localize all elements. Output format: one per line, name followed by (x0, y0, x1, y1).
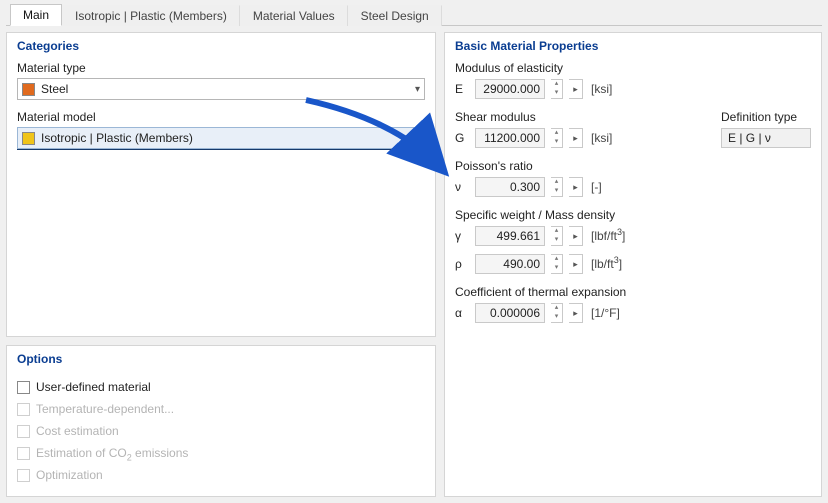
unit-G: [ksi] (591, 131, 612, 145)
sym-nu: ν (455, 180, 469, 194)
spinner-E[interactable]: ▴▾ (551, 79, 563, 99)
combo-underline (17, 149, 425, 150)
opt-optim-label: Optimization (36, 468, 103, 482)
opt-temp-label: Temperature-dependent... (36, 402, 174, 416)
tab-main[interactable]: Main (10, 4, 62, 26)
goto-alpha-button[interactable]: ▸ (569, 303, 583, 323)
opt-temperature-dependent: Temperature-dependent... (17, 398, 425, 420)
material-model-combo[interactable]: Isotropic | Plastic (Members) ▾ (17, 127, 425, 149)
unit-rho: [lb/ft3] (591, 257, 622, 271)
sym-alpha: α (455, 306, 469, 320)
opt-co2-label: Estimation of CO2 emissions (36, 446, 188, 460)
checkbox-icon (17, 425, 30, 438)
specific-weight-label: Specific weight / Mass density (455, 208, 811, 222)
material-type-value: Steel (41, 82, 415, 96)
material-type-combo[interactable]: Steel ▾ (17, 78, 425, 100)
material-type-label: Material type (17, 61, 425, 75)
value-E[interactable]: 29000.000 (475, 79, 545, 99)
definition-type-label: Definition type (721, 110, 811, 124)
chevron-down-icon: ▾ (415, 84, 420, 95)
value-rho[interactable]: 490.00 (475, 254, 545, 274)
sym-gamma: γ (455, 229, 469, 243)
chevron-down-icon: ▾ (415, 133, 420, 144)
options-title: Options (17, 352, 425, 366)
checkbox-icon[interactable] (17, 381, 30, 394)
categories-panel: Categories Material type Steel ▾ Materia… (6, 32, 436, 337)
unit-gamma: [lbf/ft3] (591, 229, 625, 243)
steel-swatch-icon (22, 83, 35, 96)
cte-label: Coefficient of thermal expansion (455, 285, 811, 299)
sym-E: E (455, 82, 469, 96)
opt-co2-emissions: Estimation of CO2 emissions (17, 442, 425, 464)
sym-G: G (455, 131, 469, 145)
goto-G-button[interactable]: ▸ (569, 128, 583, 148)
checkbox-icon (17, 469, 30, 482)
value-nu[interactable]: 0.300 (475, 177, 545, 197)
sym-rho: ρ (455, 257, 469, 271)
opt-cost-estimation: Cost estimation (17, 420, 425, 442)
definition-type-value[interactable]: E | G | ν (721, 128, 811, 148)
tab-strip: Main Isotropic | Plastic (Members) Mater… (6, 2, 822, 26)
goto-gamma-button[interactable]: ▸ (569, 226, 583, 246)
spinner-gamma[interactable]: ▴▾ (551, 226, 563, 246)
basic-material-properties-panel: Basic Material Properties Modulus of ela… (444, 32, 822, 497)
modulus-label: Modulus of elasticity (455, 61, 811, 75)
isotropic-swatch-icon (22, 132, 35, 145)
opt-user-defined[interactable]: User-defined material (17, 376, 425, 398)
value-alpha[interactable]: 0.000006 (475, 303, 545, 323)
material-model-label: Material model (17, 110, 425, 124)
properties-title: Basic Material Properties (455, 39, 811, 53)
checkbox-icon (17, 403, 30, 416)
goto-nu-button[interactable]: ▸ (569, 177, 583, 197)
tab-material-values[interactable]: Material Values (240, 5, 348, 26)
unit-alpha: [1/°F] (591, 306, 620, 320)
value-G[interactable]: 11200.000 (475, 128, 545, 148)
opt-optimization: Optimization (17, 464, 425, 486)
tab-steel-design[interactable]: Steel Design (348, 5, 442, 26)
value-gamma[interactable]: 499.661 (475, 226, 545, 246)
goto-rho-button[interactable]: ▸ (569, 254, 583, 274)
spinner-nu[interactable]: ▴▾ (551, 177, 563, 197)
spinner-G[interactable]: ▴▾ (551, 128, 563, 148)
categories-title: Categories (17, 39, 425, 53)
checkbox-icon (17, 447, 30, 460)
opt-user-label: User-defined material (36, 380, 151, 394)
opt-cost-label: Cost estimation (36, 424, 119, 438)
spinner-alpha[interactable]: ▴▾ (551, 303, 563, 323)
unit-E: [ksi] (591, 82, 612, 96)
options-panel: Options User-defined material Temperatur… (6, 345, 436, 497)
unit-nu: [-] (591, 180, 602, 194)
spinner-rho[interactable]: ▴▾ (551, 254, 563, 274)
tab-isotropic-plastic[interactable]: Isotropic | Plastic (Members) (62, 5, 240, 26)
shear-label: Shear modulus (455, 110, 612, 124)
poisson-label: Poisson's ratio (455, 159, 811, 173)
goto-E-button[interactable]: ▸ (569, 79, 583, 99)
material-model-value: Isotropic | Plastic (Members) (41, 131, 415, 145)
